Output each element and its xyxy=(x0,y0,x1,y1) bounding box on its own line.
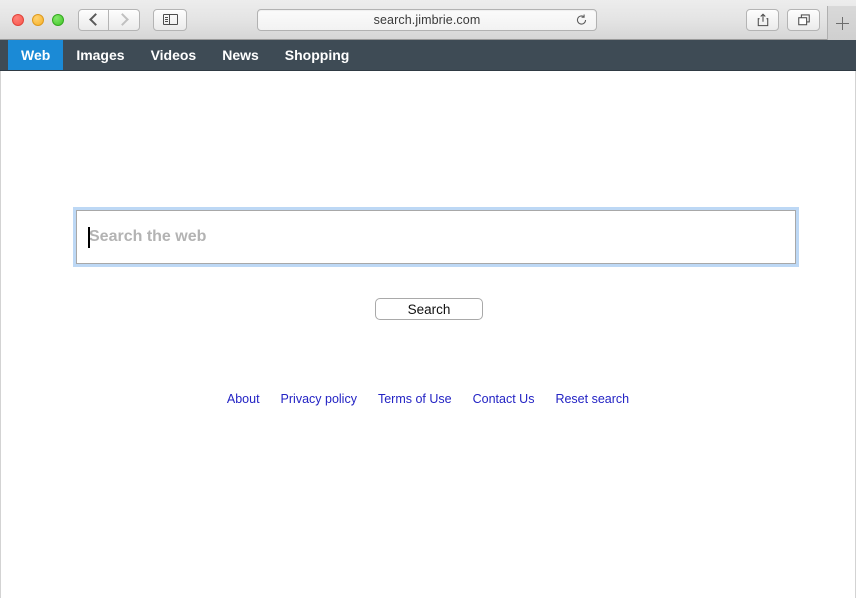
browser-window: search.jimbrie.com Web Images Videos New… xyxy=(0,0,856,599)
footer-links: About Privacy policy Terms of Use Contac… xyxy=(1,392,855,406)
tabs-overview-icon xyxy=(797,13,811,27)
address-bar[interactable]: search.jimbrie.com xyxy=(257,9,597,31)
nav-item-images[interactable]: Images xyxy=(63,40,137,70)
nav-item-videos[interactable]: Videos xyxy=(138,40,210,70)
sidebar-icon xyxy=(162,14,178,25)
close-window-button[interactable] xyxy=(12,13,24,26)
footer-link-privacy-policy[interactable]: Privacy policy xyxy=(281,392,357,406)
text-caret xyxy=(88,227,90,248)
new-tab-button[interactable] xyxy=(827,6,856,40)
chevron-left-icon xyxy=(88,13,102,26)
chevron-right-icon xyxy=(116,13,129,26)
plus-icon xyxy=(835,16,849,30)
nav-item-news[interactable]: News xyxy=(209,40,272,70)
nav-item-web[interactable]: Web xyxy=(8,40,64,70)
nav-item-label: Videos xyxy=(150,47,197,63)
footer-link-about[interactable]: About xyxy=(227,392,260,406)
minimize-window-button[interactable] xyxy=(32,13,44,26)
search-input[interactable] xyxy=(77,211,795,263)
sidebar-toggle-button[interactable] xyxy=(153,8,187,31)
toolbar-right-buttons xyxy=(746,9,820,31)
footer-link-contact-us[interactable]: Contact Us xyxy=(473,392,535,406)
nav-item-label: News xyxy=(222,47,259,63)
browser-toolbar: search.jimbrie.com xyxy=(0,0,856,40)
share-icon xyxy=(756,13,770,27)
forward-button[interactable] xyxy=(109,8,140,31)
search-button[interactable]: Search xyxy=(375,298,483,320)
navigation-buttons xyxy=(78,8,140,31)
footer-link-reset-search[interactable]: Reset search xyxy=(555,392,629,406)
show-tabs-button[interactable] xyxy=(787,9,820,31)
search-field-container[interactable] xyxy=(73,207,799,267)
footer-link-terms-of-use[interactable]: Terms of Use xyxy=(378,392,452,406)
reload-icon[interactable] xyxy=(575,14,588,27)
zoom-window-button[interactable] xyxy=(52,13,64,26)
nav-item-label: Images xyxy=(76,47,125,63)
back-button[interactable] xyxy=(78,8,109,31)
nav-item-label: Web xyxy=(21,47,51,63)
nav-item-shopping[interactable]: Shopping xyxy=(272,40,363,70)
page-content: Search About Privacy policy Terms of Use… xyxy=(0,71,856,598)
site-navigation: Web Images Videos News Shopping xyxy=(0,40,856,71)
window-controls xyxy=(0,13,64,26)
address-url-text: search.jimbrie.com xyxy=(373,13,481,27)
nav-item-label: Shopping xyxy=(284,47,350,63)
share-button[interactable] xyxy=(746,9,779,31)
